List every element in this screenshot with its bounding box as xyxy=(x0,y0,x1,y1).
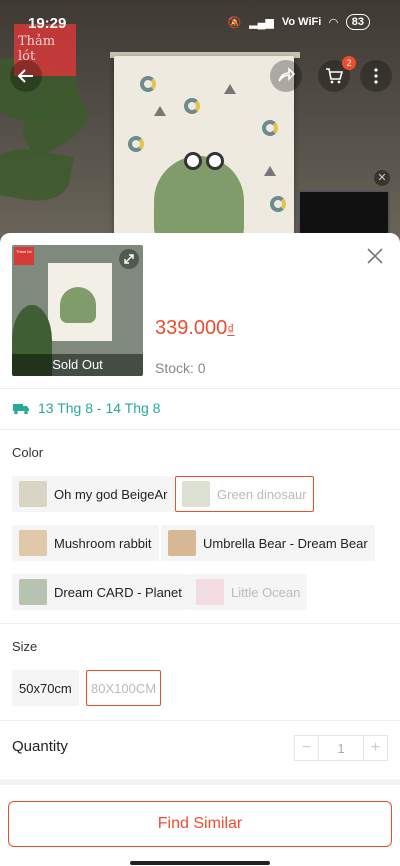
price-value: 339.000 xyxy=(155,317,228,339)
thumbnail-tag: Thảm lót xyxy=(14,247,34,265)
stock-label: Stock: 0 xyxy=(155,360,206,376)
size-label: Size xyxy=(12,639,38,654)
mute-icon: 🔕 xyxy=(227,16,242,29)
size-option-label: 80X100CM xyxy=(91,680,157,696)
network-label: Vo WiFi xyxy=(281,16,322,28)
swatch-image xyxy=(182,481,210,507)
delivery-range: 13 Thg 8 - 14 Thg 8 xyxy=(38,400,161,416)
price: 339.000₫ xyxy=(155,317,234,340)
swatch-image xyxy=(19,579,47,605)
share-button[interactable] xyxy=(270,60,302,92)
close-floating-icon[interactable]: ✕ xyxy=(374,170,390,186)
swatch-image xyxy=(168,530,196,556)
cart-button[interactable]: 2 xyxy=(318,56,356,92)
back-button[interactable] xyxy=(10,60,42,92)
color-option-label: Oh my god BeigeAr xyxy=(54,486,168,502)
divider xyxy=(0,429,400,430)
quantity-stepper: − 1 + xyxy=(294,735,388,761)
quantity-label: Quantity xyxy=(12,738,68,755)
swatch-image xyxy=(19,481,47,507)
color-label: Color xyxy=(12,445,44,460)
close-icon xyxy=(367,248,383,264)
swatch-image xyxy=(19,530,47,556)
wifi-icon: ◠ xyxy=(329,16,338,29)
sold-out-label: Sold Out xyxy=(12,354,143,376)
arrow-left-icon xyxy=(17,69,33,83)
variant-selection-sheet: Thảm lót Sold Out 339.000₫ Stock: 0 13 T… xyxy=(0,233,400,866)
more-button[interactable] xyxy=(360,60,392,92)
color-option-label: Mushroom rabbit xyxy=(54,535,152,551)
currency-symbol: ₫ xyxy=(227,321,235,337)
bottom-action-bar: Find Similar xyxy=(0,779,400,866)
increase-button[interactable]: + xyxy=(364,736,387,760)
more-vertical-icon xyxy=(374,68,378,84)
size-option[interactable]: 50x70cm xyxy=(12,670,79,706)
delivery-estimate: 13 Thg 8 - 14 Thg 8 xyxy=(12,400,160,416)
color-option[interactable]: Umbrella Bear - Dream Bear xyxy=(161,525,375,561)
divider xyxy=(0,720,400,721)
swatch-image xyxy=(196,579,224,605)
color-option-label: Green dinosaur xyxy=(217,486,307,502)
cart-badge: 2 xyxy=(342,56,356,70)
quantity-value[interactable]: 1 xyxy=(318,736,364,760)
color-option-label: Dream CARD - Planet xyxy=(54,584,182,600)
color-option-label: Umbrella Bear - Dream Bear xyxy=(203,535,368,551)
size-option-label: 50x70cm xyxy=(19,680,72,696)
status-time: 19:29 xyxy=(28,15,67,32)
size-option-selected[interactable]: 80X100CM xyxy=(86,670,162,706)
expand-icon[interactable] xyxy=(119,249,139,269)
divider xyxy=(0,388,400,389)
color-option-disabled[interactable]: Little Ocean xyxy=(189,574,308,610)
divider xyxy=(0,623,400,624)
color-option[interactable]: Oh my god BeigeAr xyxy=(12,476,175,512)
color-option[interactable]: Dream CARD - Planet xyxy=(12,574,189,610)
floating-video-thumbnail[interactable] xyxy=(298,190,390,236)
home-indicator xyxy=(130,861,270,865)
battery-icon: 83 xyxy=(345,14,370,30)
signal-icon: ▂▄▆ xyxy=(249,16,274,29)
status-bar: 19:29 🔕 ▂▄▆ Vo WiFi ◠ 83 xyxy=(0,0,400,48)
color-option-selected[interactable]: Green dinosaur xyxy=(175,476,314,512)
color-option[interactable]: Mushroom rabbit xyxy=(12,525,159,561)
rug-image xyxy=(114,56,294,250)
cart-icon xyxy=(326,68,343,84)
share-icon xyxy=(278,67,295,82)
delivery-truck-icon xyxy=(13,404,29,415)
close-sheet-button[interactable] xyxy=(364,245,386,267)
color-option-label: Little Ocean xyxy=(231,584,301,600)
find-similar-button[interactable]: Find Similar xyxy=(8,801,392,847)
decrease-button[interactable]: − xyxy=(295,736,318,760)
product-thumbnail[interactable]: Thảm lót Sold Out xyxy=(12,245,143,376)
